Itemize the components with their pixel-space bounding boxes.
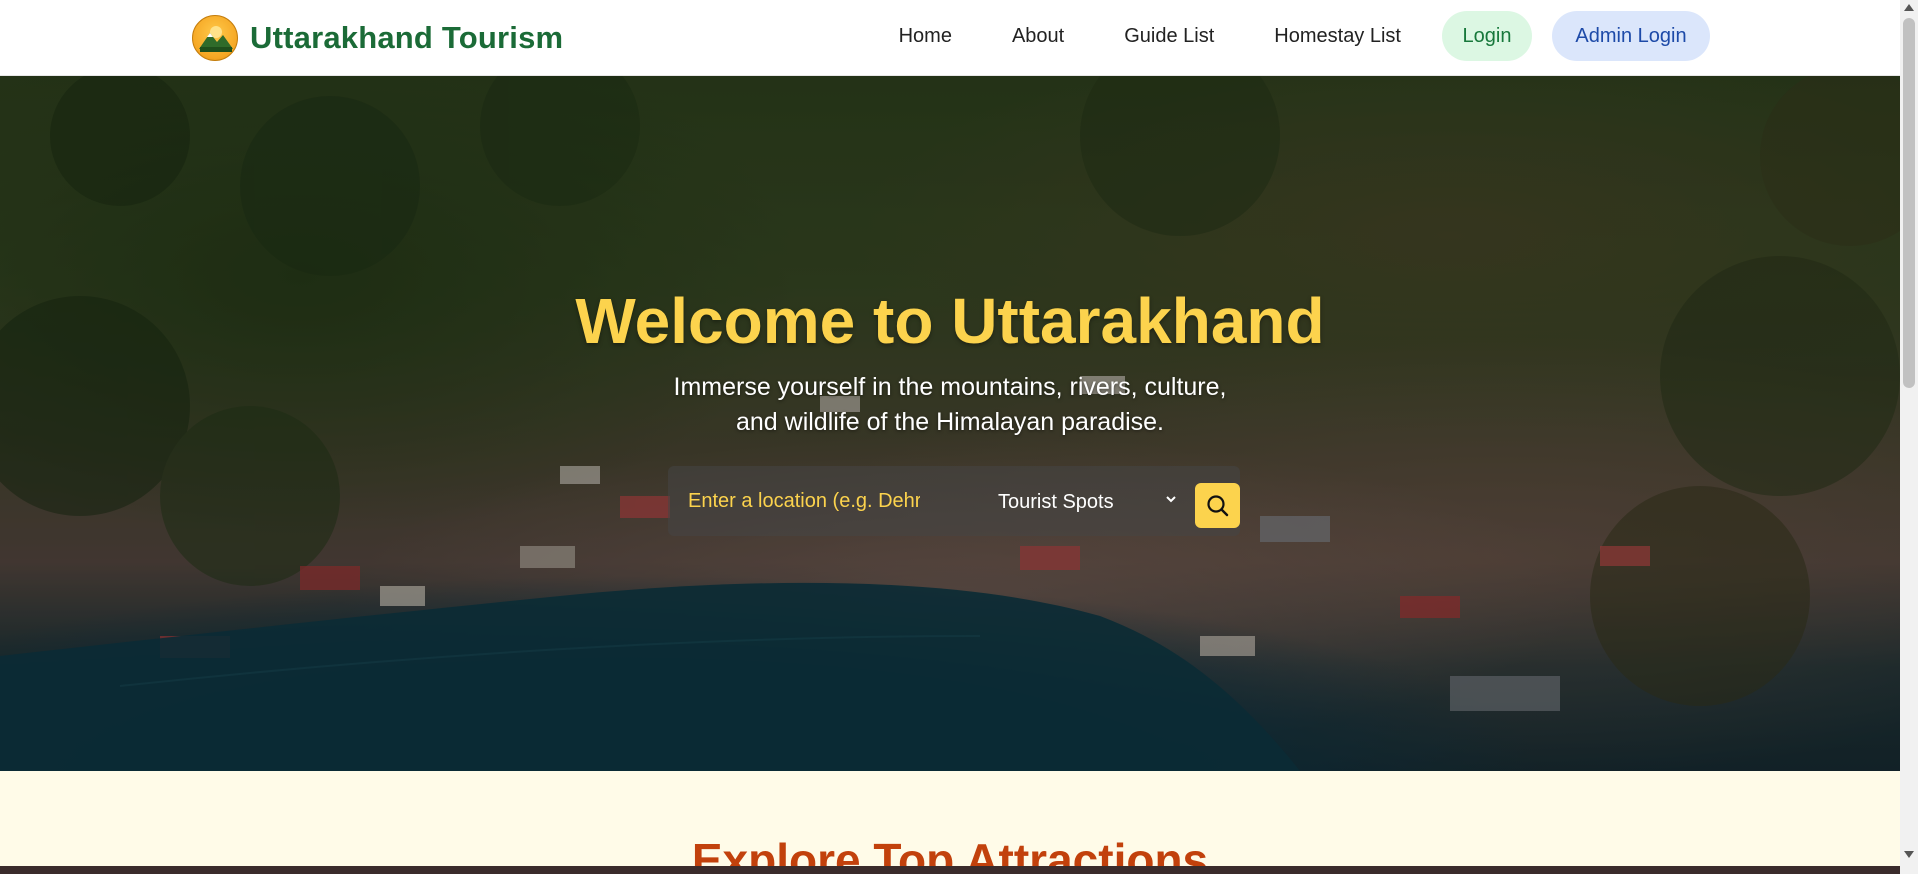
brand[interactable]: Uttarakhand Tourism	[192, 12, 563, 64]
mountain-logo-icon	[192, 15, 238, 61]
taskbar-strip	[0, 866, 1900, 874]
admin-login-button[interactable]: Admin Login	[1552, 11, 1710, 61]
search-bar: Tourist Spots	[668, 466, 1240, 536]
login-button[interactable]: Login	[1442, 11, 1532, 61]
scrollbar-thumb[interactable]	[1903, 18, 1915, 388]
search-icon	[1206, 494, 1228, 516]
brand-name: Uttarakhand Tourism	[250, 20, 564, 55]
nav-home[interactable]: Home	[899, 25, 952, 48]
nav-guide-list[interactable]: Guide List	[1124, 25, 1214, 48]
location-search-input[interactable]	[688, 480, 920, 522]
main-nav: Home About Guide List Homestay List Logi…	[899, 11, 1710, 61]
hero-subtitle: Immerse yourself in the mountains, river…	[0, 370, 1900, 440]
hero-subtitle-line-1: Immerse yourself in the mountains, river…	[673, 373, 1227, 401]
site-header: Uttarakhand Tourism Home About Guide Lis…	[0, 0, 1900, 76]
search-button[interactable]	[1195, 483, 1240, 528]
scroll-up-arrow-icon[interactable]	[1904, 4, 1914, 11]
hero-title: Welcome to Uttarakhand	[575, 285, 1325, 357]
nav-homestay-list[interactable]: Homestay List	[1274, 25, 1401, 48]
scroll-down-arrow-icon[interactable]	[1904, 851, 1914, 858]
hero-banner: Welcome to Uttarakhand Immerse yourself …	[0, 76, 1900, 771]
hero-subtitle-line-2: and wildlife of the Himalayan paradise.	[735, 408, 1164, 436]
page-scrollbar[interactable]	[1900, 0, 1918, 874]
attractions-section: Explore Top Attractions	[0, 771, 1900, 874]
hero-content: Welcome to Uttarakhand Immerse yourself …	[0, 76, 1900, 771]
chevron-down-icon	[1166, 496, 1176, 503]
nav-about[interactable]: About	[1012, 25, 1064, 48]
category-select-value: Tourist Spots	[998, 490, 1114, 513]
category-select[interactable]: Tourist Spots	[998, 486, 1178, 518]
